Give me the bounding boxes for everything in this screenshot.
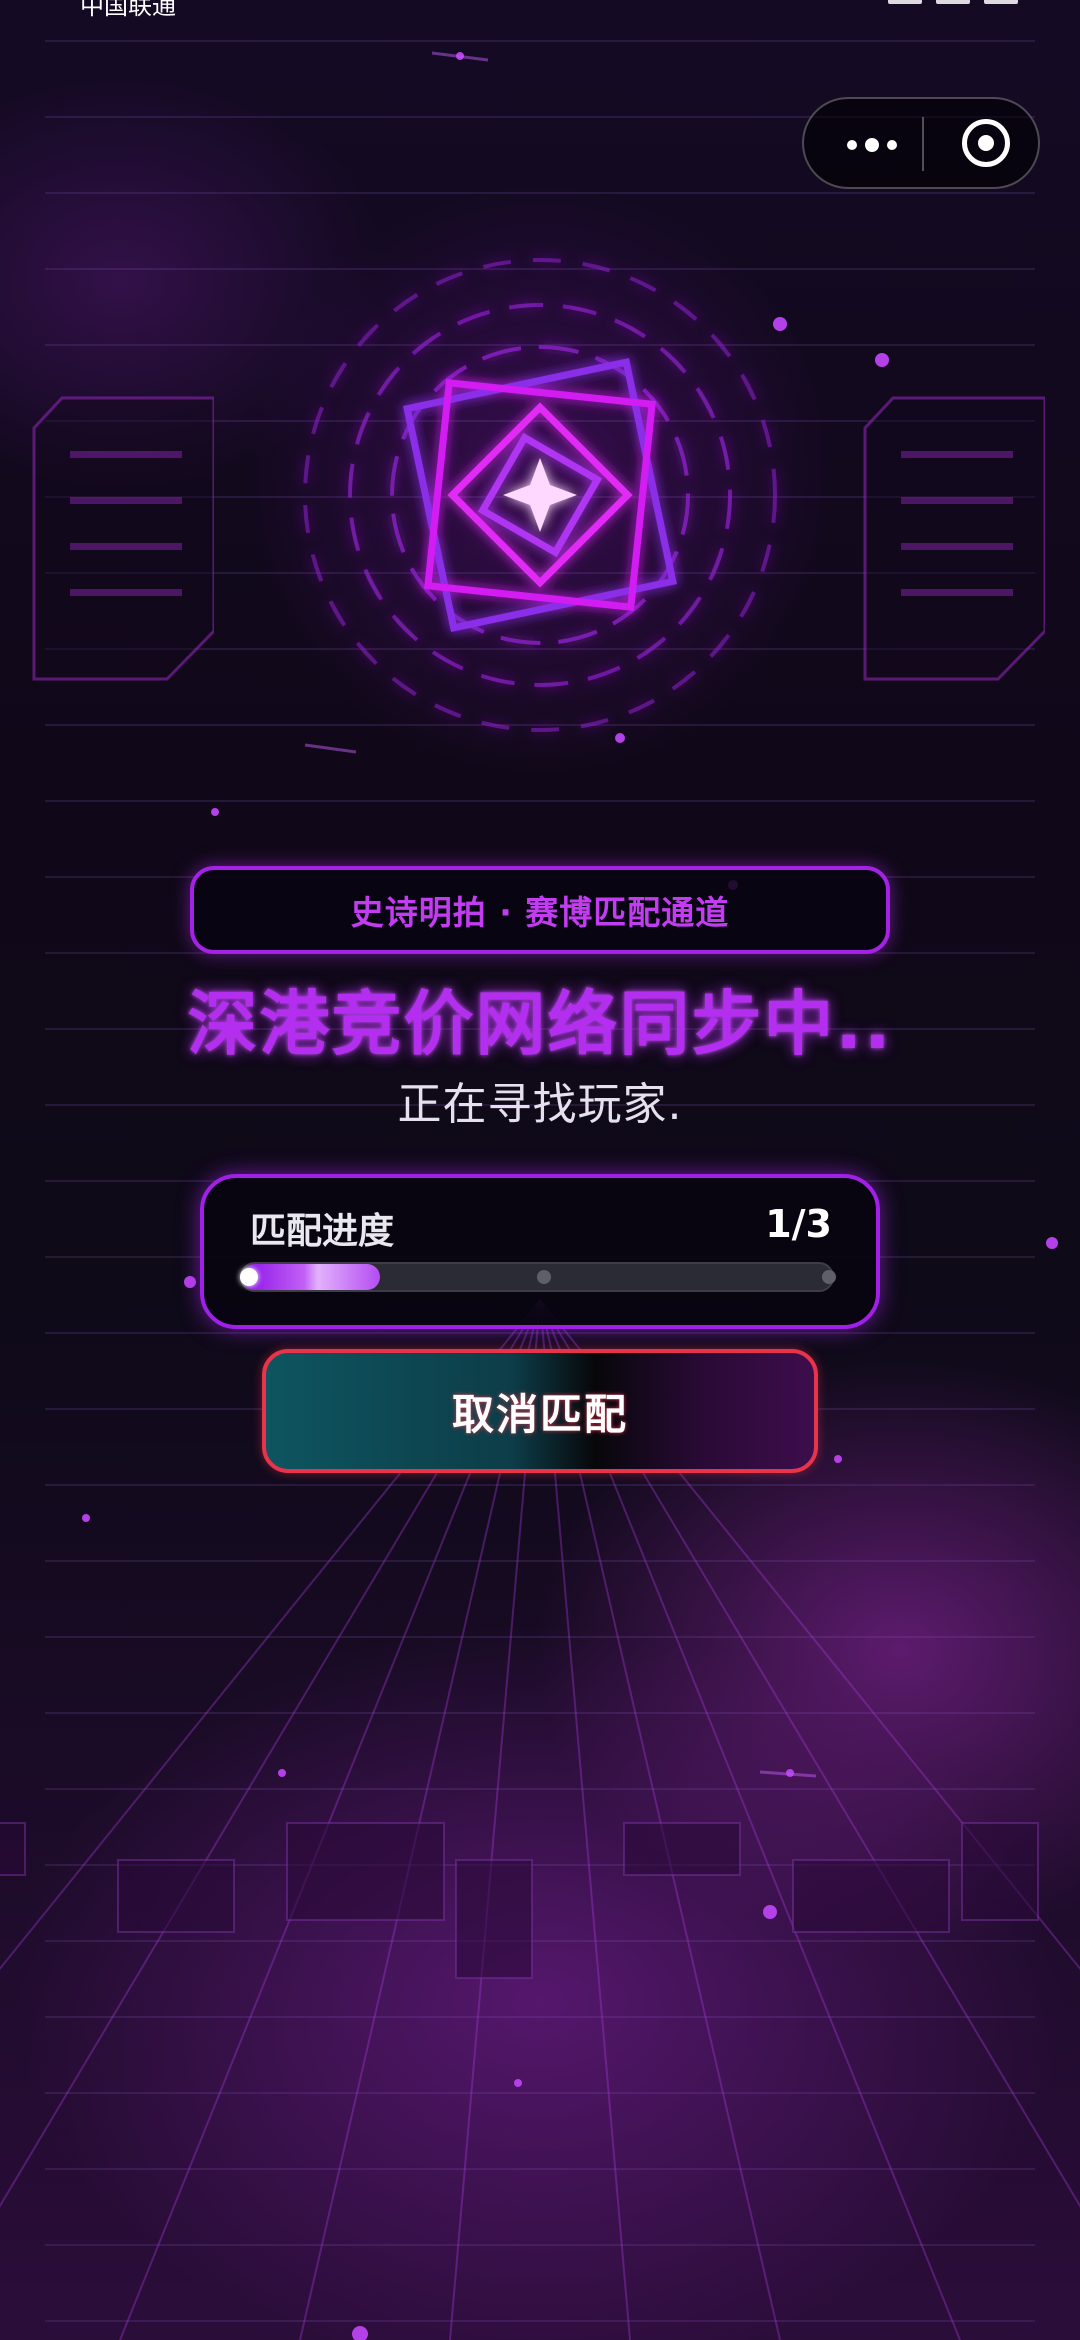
panel-bar (901, 497, 1013, 504)
sparkle-star-icon (503, 458, 577, 532)
miniprogram-capsule (802, 97, 1040, 189)
status-carrier: 中国联通 (80, 0, 176, 20)
city-silhouette (0, 1822, 1039, 1979)
panel-bar (901, 589, 1013, 596)
searching-status: 正在寻找玩家. (397, 1079, 683, 1130)
progress-step-marker (822, 1270, 836, 1284)
panel-bar (901, 451, 1013, 458)
channel-title: 史诗明拍 · 赛博匹配通道 (190, 866, 890, 954)
right-side-panel (863, 396, 1045, 681)
battery-icon (984, 0, 1018, 4)
progress-count: 1/3 (765, 1202, 832, 1246)
progress-label: 匹配进度 (250, 1211, 395, 1252)
signal-icon (888, 0, 922, 4)
status-icons (888, 0, 1018, 4)
panel-bar (901, 543, 1013, 550)
progress-track (240, 1262, 836, 1292)
sync-headline: 深港竞价网络同步中.. (187, 983, 893, 1065)
capsule-divider (922, 117, 924, 171)
left-side-panel (32, 396, 214, 681)
more-dots-icon[interactable] (838, 125, 906, 165)
target-close-icon[interactable] (962, 119, 1010, 167)
panel-bar (70, 543, 182, 550)
panel-bar (70, 497, 182, 504)
decorative-scene (0, 51, 1080, 2340)
match-progress-card: 匹配进度 1/3 (200, 1174, 880, 1329)
progress-step-marker (537, 1270, 551, 1284)
progress-knob (240, 1268, 258, 1286)
panel-bar (70, 451, 182, 458)
cancel-match-button[interactable]: 取消匹配 (262, 1349, 818, 1473)
progress-fill (242, 1264, 380, 1290)
panel-bar (70, 589, 182, 596)
wifi-icon (936, 0, 970, 4)
